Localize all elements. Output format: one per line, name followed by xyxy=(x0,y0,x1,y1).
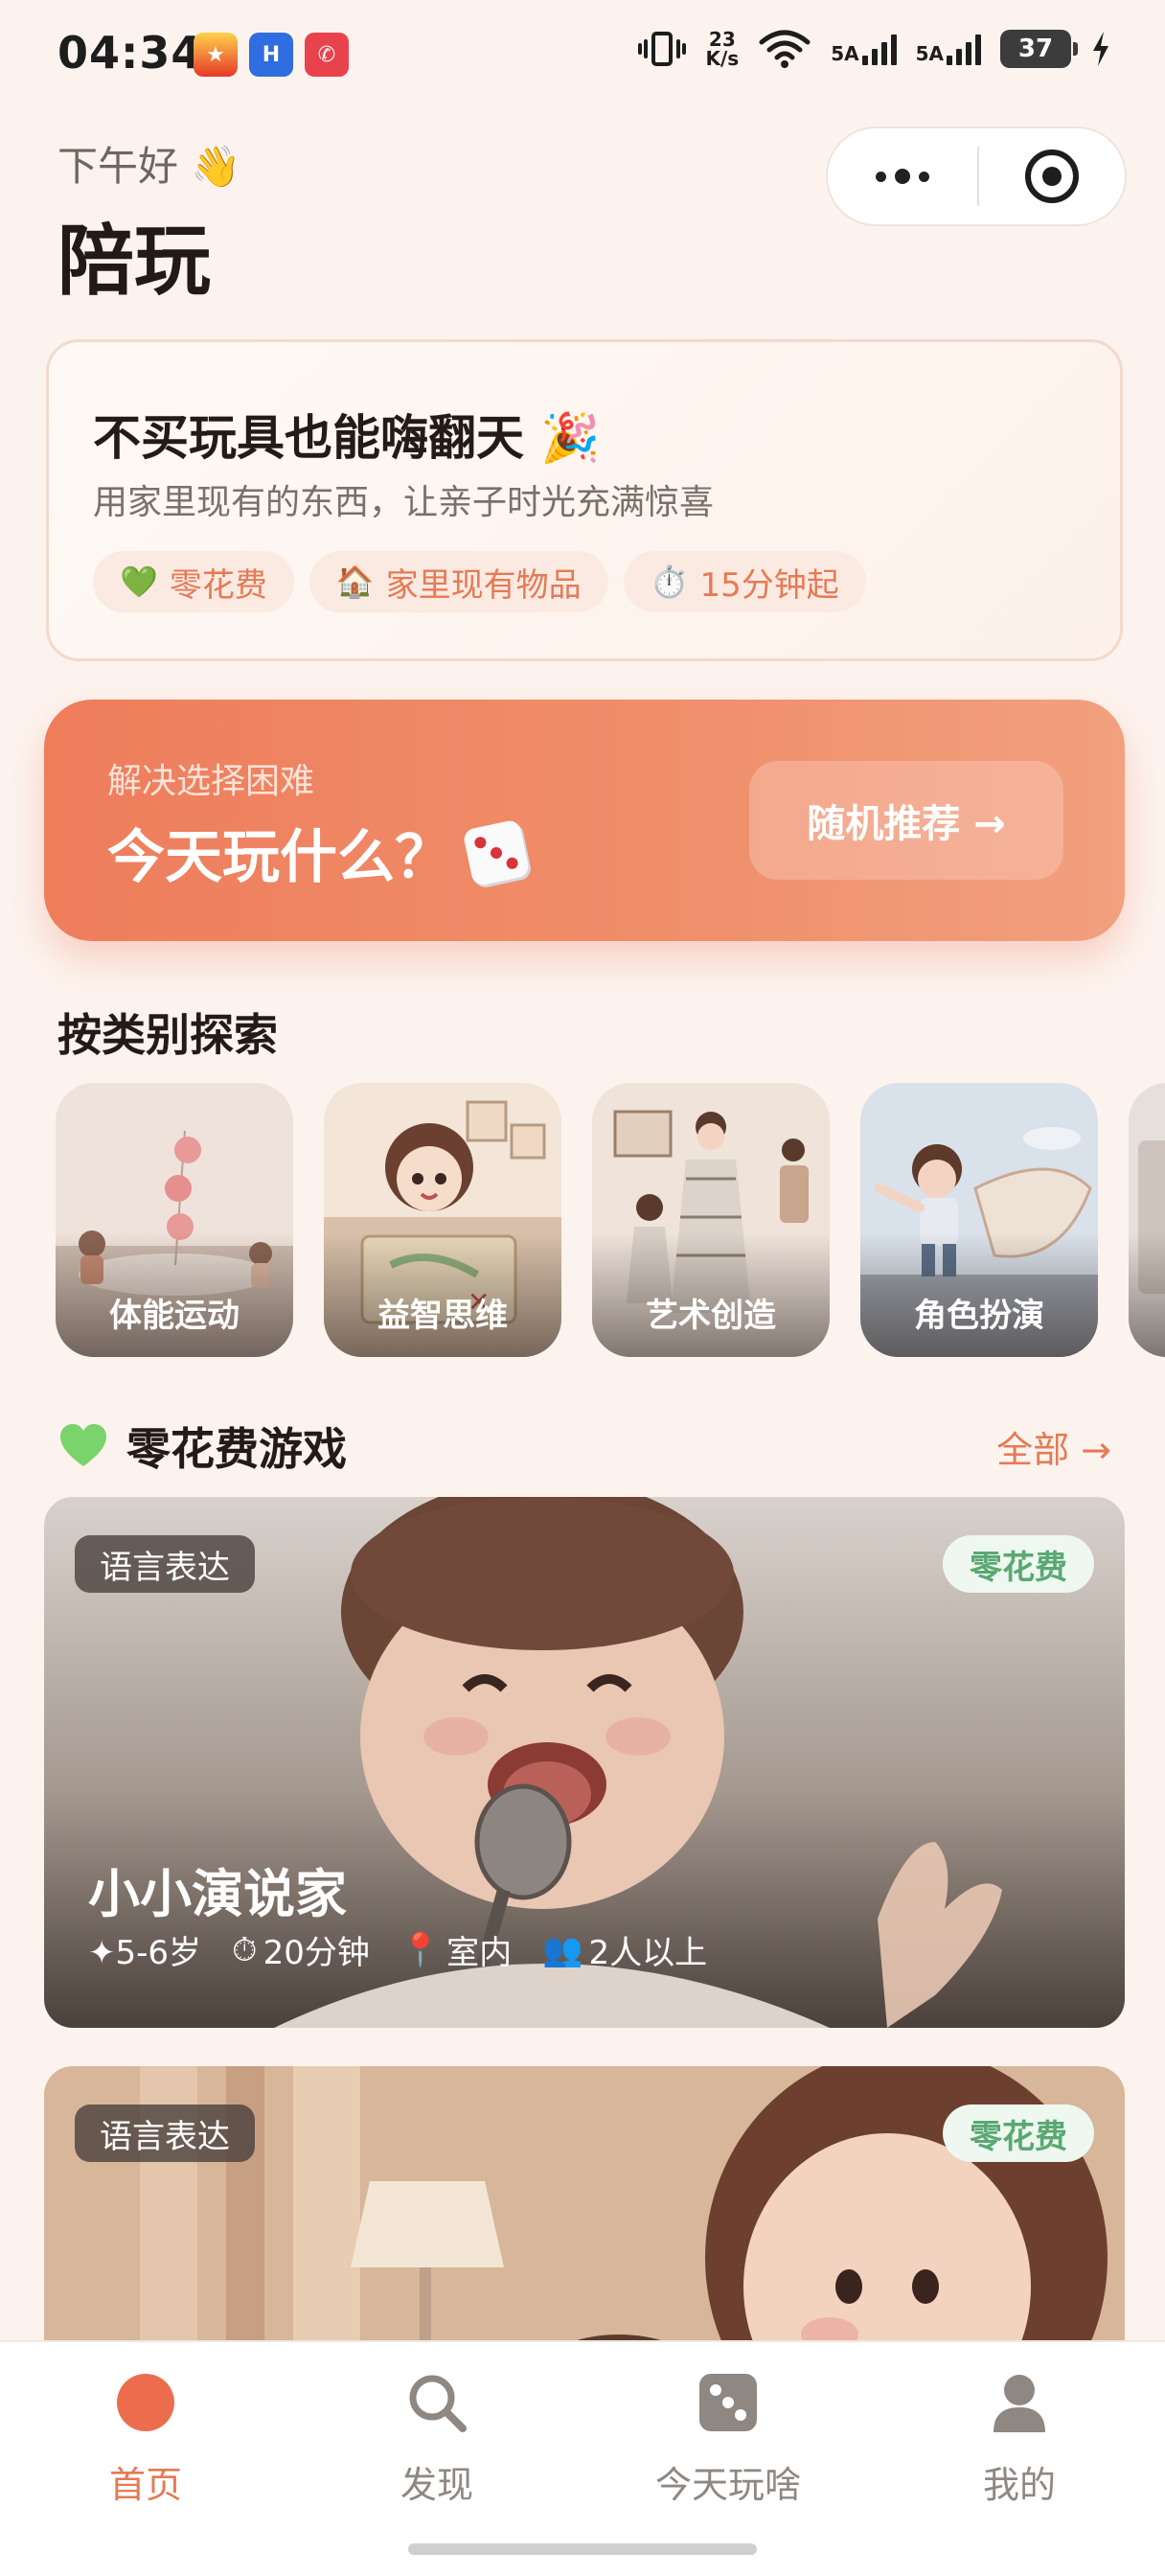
status-bar: 04:34 ★ H ✆ 23 K/s 5A 5A 37 xyxy=(0,0,1165,115)
zero-cost-badge: 零花费 xyxy=(943,1535,1094,1593)
dice-icon xyxy=(462,817,531,887)
category-tag: 语言表达 xyxy=(75,2104,255,2162)
category-label: 艺术创造 xyxy=(646,1297,776,1335)
tab-discover[interactable]: 发现 xyxy=(341,2363,533,2526)
game-card[interactable]: 语言表达 零花费 小小演说家 ✦5-6岁 ⏱ 20分钟 📍 室内 👥 2人以上 xyxy=(44,1497,1125,2028)
random-recommend-button[interactable]: 随机推荐 → xyxy=(749,761,1063,880)
net-speed: 23 K/s xyxy=(705,28,740,70)
signal-icon xyxy=(947,33,981,65)
pin-icon: 📍 xyxy=(400,1930,442,1969)
category-label: 角色扮演 xyxy=(914,1297,1044,1335)
see-all-link[interactable]: 全部 → xyxy=(996,1420,1111,1473)
more-dots-icon xyxy=(876,171,886,182)
category-card-puzzle[interactable]: ✕ 益智思维 xyxy=(324,1083,561,1357)
categories-title: 按类别探索 xyxy=(57,1009,278,1061)
tag-zero-cost: 💚 零花费 xyxy=(93,551,294,612)
status-time: 04:34 xyxy=(57,27,203,79)
promo-subtitle: 用家里现有的东西，让亲子时光充满惊喜 xyxy=(93,483,715,522)
status-app-icons: ★ H ✆ xyxy=(194,33,349,77)
greeting-text: 下午好 👋 xyxy=(57,143,241,190)
green-heart-icon: 💚 xyxy=(120,564,158,600)
promo-title: 不买玩具也能嗨翻天 🎉 xyxy=(93,410,601,466)
user-icon xyxy=(994,2375,1045,2432)
category-carousel[interactable]: 体能运动 ✕ 益智思维 xyxy=(56,1083,1165,1361)
location: 📍 室内 xyxy=(400,1930,513,1973)
app-notification-icon: ★ xyxy=(194,33,238,77)
close-miniprogram-button[interactable] xyxy=(979,128,1125,224)
people-icon: 👥 xyxy=(542,1930,583,1969)
random-pick-banner[interactable]: 解决选择困难 今天玩什么？ 随机推荐 → xyxy=(44,700,1125,941)
more-menu-button[interactable] xyxy=(828,128,977,224)
signal-icon xyxy=(861,33,897,65)
category-card-art[interactable]: 艺术创造 xyxy=(592,1083,830,1357)
search-icon xyxy=(409,2375,467,2432)
game-title: 小小演说家 xyxy=(88,1864,347,1924)
free-games-header: 零花费游戏 xyxy=(57,1414,347,1478)
category-label: 体能运动 xyxy=(109,1297,240,1335)
category-card-partial[interactable] xyxy=(1129,1083,1165,1357)
banner-subtitle: 解决选择困难 xyxy=(107,762,315,801)
wifi-icon xyxy=(759,30,811,68)
home-indicator[interactable] xyxy=(408,2543,757,2555)
miniprogram-capsule xyxy=(826,126,1127,226)
duration: ⏱ 20分钟 xyxy=(232,1930,370,1973)
category-tag: 语言表达 xyxy=(75,1535,255,1593)
banner-title: 今天玩什么？ xyxy=(107,811,531,894)
tab-today[interactable]: 今天玩啥 xyxy=(632,2363,824,2526)
tab-profile[interactable]: 我的 xyxy=(924,2363,1115,2526)
app-notification-icon: H xyxy=(249,33,293,77)
tab-home[interactable]: 首页 xyxy=(50,2363,241,2526)
target-icon xyxy=(1025,150,1079,203)
category-card-sports[interactable]: 体能运动 xyxy=(56,1083,293,1357)
battery-indicator: 37 xyxy=(1000,30,1078,68)
game-meta: ✦5-6岁 ⏱ 20分钟 📍 室内 👥 2人以上 xyxy=(88,1926,707,1973)
promo-tags: 💚 零花费 🏠 家里现有物品 ⏱️ 15分钟起 xyxy=(93,551,866,612)
age-range: ✦5-6岁 xyxy=(88,1934,202,1972)
timer-icon: ⏱️ xyxy=(650,564,689,600)
home-icon xyxy=(117,2374,174,2431)
house-icon: 🏠 xyxy=(335,564,375,600)
vibrate-icon xyxy=(638,32,687,66)
free-games-title: 零花费游戏 xyxy=(126,1423,347,1475)
bottom-tab-bar: 首页 发现 今天玩啥 我的 xyxy=(0,2340,1165,2576)
dice-icon xyxy=(699,2374,757,2431)
tag-duration: ⏱️ 15分钟起 xyxy=(623,551,866,612)
tag-home-items: 🏠 家里现有物品 xyxy=(308,551,608,612)
zero-cost-badge: 零花费 xyxy=(943,2104,1094,2162)
page-title: 陪玩 xyxy=(57,217,211,306)
players: 👥 2人以上 xyxy=(542,1930,708,1973)
category-card-roleplay[interactable]: 角色扮演 xyxy=(860,1083,1098,1357)
charging-icon xyxy=(1093,32,1108,66)
timer-icon: ⏱ xyxy=(232,1930,258,1969)
category-label: 益智思维 xyxy=(377,1297,508,1335)
promo-card: 不买玩具也能嗨翻天 🎉 用家里现有的东西，让亲子时光充满惊喜 💚 零花费 🏠 家… xyxy=(46,339,1123,661)
green-heart-icon xyxy=(60,1424,106,1466)
status-indicators: 23 K/s 5A 5A 37 xyxy=(638,29,1111,69)
signal-sim1: 5A xyxy=(831,33,897,65)
signal-sim2: 5A xyxy=(916,33,981,65)
missed-call-icon: ✆ xyxy=(305,33,349,77)
